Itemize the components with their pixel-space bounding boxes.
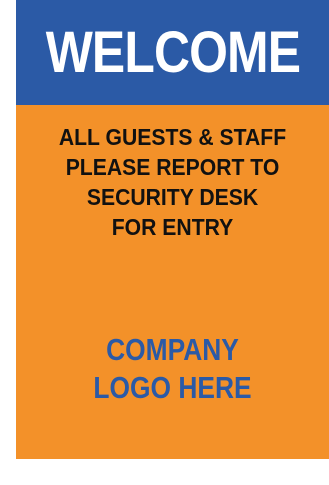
notice-line-2: PLEASE REPORT TO — [65, 154, 280, 180]
logo-line-2: LOGO HERE — [93, 370, 252, 405]
welcome-banner: WELCOME — [16, 0, 329, 105]
company-logo-placeholder: COMPANY LOGO HERE — [16, 331, 329, 407]
logo-line-1: COMPANY — [106, 332, 239, 367]
entry-notice: ALL GUESTS & STAFF PLEASE REPORT TO SECU… — [16, 122, 329, 242]
notice-line-1: ALL GUESTS & STAFF — [58, 124, 287, 150]
sign-body-panel: ALL GUESTS & STAFF PLEASE REPORT TO SECU… — [16, 105, 329, 459]
notice-line-4: FOR ENTRY — [111, 214, 234, 240]
welcome-title: WELCOME — [45, 19, 300, 85]
welcome-sign: WELCOME ALL GUESTS & STAFF PLEASE REPORT… — [16, 0, 329, 459]
notice-line-3: SECURITY DESK — [86, 184, 259, 210]
